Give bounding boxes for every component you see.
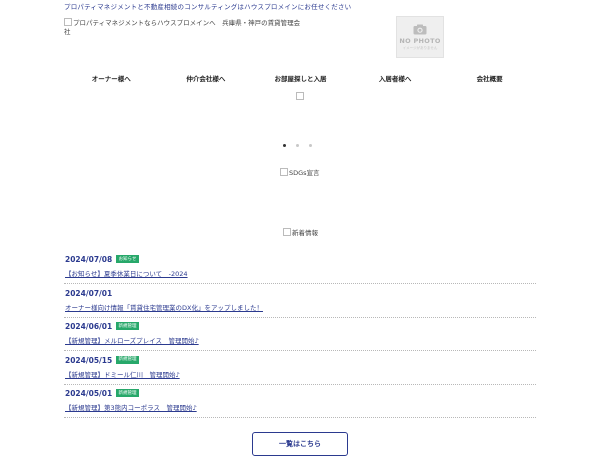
news-tag: 新規管理 xyxy=(116,389,139,397)
news-tag: お知らせ xyxy=(116,255,139,263)
broken-image-icon xyxy=(280,168,288,176)
news-date: 2024/07/08 xyxy=(65,255,113,264)
news-tag: 新規管理 xyxy=(116,355,139,364)
nav-agency[interactable]: 仲介会社様へ xyxy=(159,73,254,83)
broken-image-icon xyxy=(283,228,291,236)
header-tagline: プロパティマネジメントと不動産相続のコンサルティングはハウスプロメインにお任せく… xyxy=(64,3,352,11)
no-photo-sub-label: イメージがありません xyxy=(402,45,438,50)
slider-dot[interactable] xyxy=(283,144,286,147)
news-date: 2024/06/01 xyxy=(65,322,113,331)
nav-company[interactable]: 会社概要 xyxy=(442,73,537,83)
news-title-link[interactable]: オーナー様向け情報「賃貸住宅管理業のDX化」をアップしました！ xyxy=(65,302,263,312)
news-item: 2024/06/01 新規管理 【新規管理】メルローズプレイス 管理開始♪ xyxy=(64,319,536,351)
nav-tenant[interactable]: 入居者様へ xyxy=(348,73,443,83)
no-photo-label: NO PHOTO xyxy=(399,36,441,45)
camera-icon xyxy=(413,24,427,34)
broken-image-icon xyxy=(64,18,72,26)
global-nav: オーナー様へ 仲介会社様へ お部屋探しと入居 入居者様へ 会社概要 xyxy=(64,70,537,86)
news-list: 2024/07/08 お知らせ 【お知らせ】夏季休業日について -2024 20… xyxy=(64,252,536,420)
news-date: 2024/05/01 xyxy=(65,389,113,398)
news-date: 2024/07/01 xyxy=(65,288,113,298)
news-item: 2024/05/15 新規管理 【新規管理】ドミール仁川 管理開始♪ xyxy=(64,353,536,385)
nav-room-search[interactable]: お部屋探しと入居 xyxy=(253,73,348,83)
slider-dot[interactable] xyxy=(296,144,299,147)
no-photo-placeholder: NO PHOTO イメージがありません xyxy=(396,16,444,58)
news-title-link[interactable]: 【新規管理】メルローズプレイス 管理開始♪ xyxy=(65,335,199,345)
news-title-link[interactable]: 【お知らせ】夏季休業日について -2024 xyxy=(65,268,188,278)
sdgs-banner[interactable]: SDGs宣言 xyxy=(280,167,320,177)
nav-owner[interactable]: オーナー様へ xyxy=(64,73,159,83)
site-logo[interactable]: プロパティマネジメントならハウスプロメインへ 兵庫県・神戸の賃貸管理会社 xyxy=(64,18,304,37)
news-item: 2024/07/01 オーナー様向け情報「賃貸住宅管理業のDX化」をアップしまし… xyxy=(64,286,536,318)
news-tag: 新規管理 xyxy=(116,322,139,330)
news-heading-alt: 新着情報 xyxy=(292,229,318,237)
hero-broken-image-icon xyxy=(296,92,304,100)
news-heading: 新着情報 xyxy=(283,227,318,237)
news-title-link[interactable]: 【新規管理】ドミール仁川 管理開始♪ xyxy=(65,369,180,379)
slider-dots xyxy=(283,144,312,147)
news-date: 2024/05/15 xyxy=(65,355,113,365)
news-title-link[interactable]: 【新規管理】第3熊内コーポラス 管理開始♪ xyxy=(65,402,197,412)
news-item: 2024/07/08 お知らせ 【お知らせ】夏季休業日について -2024 xyxy=(64,252,536,284)
news-more-button[interactable]: 一覧はこちら xyxy=(252,432,348,456)
logo-alt-text: プロパティマネジメントならハウスプロメインへ 兵庫県・神戸の賃貸管理会社 xyxy=(64,19,301,36)
sdgs-alt-text: SDGs宣言 xyxy=(289,169,320,177)
news-item: 2024/05/01 新規管理 【新規管理】第3熊内コーポラス 管理開始♪ xyxy=(64,386,536,418)
slider-dot[interactable] xyxy=(309,144,312,147)
